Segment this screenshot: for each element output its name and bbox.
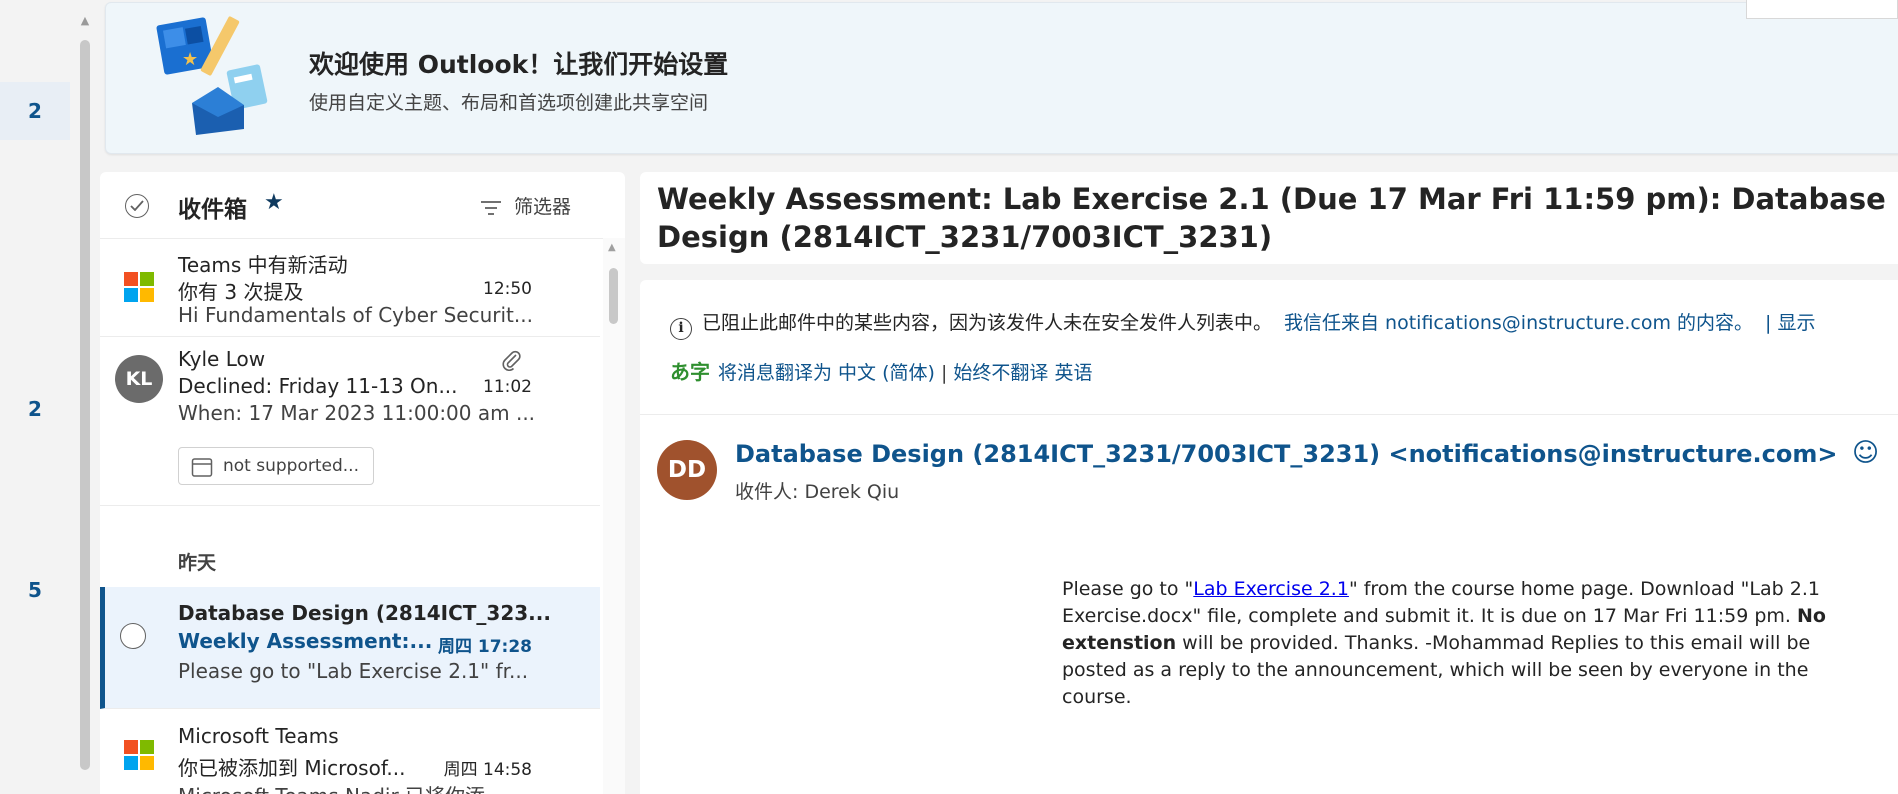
translate-icon: あ字	[670, 360, 710, 384]
blocked-notice-text: 已阻止此邮件中的某些内容，因为该发件人未在安全发件人列表中。	[702, 312, 1273, 334]
message-preview: Please go to "Lab Exercise 2.1" fr...	[178, 659, 529, 683]
folder-count-badge[interactable]: 5	[0, 578, 70, 602]
message-subject: Weekly Assessment: Lab Exercise 2.1 (Due…	[657, 182, 1886, 254]
folder-title: 收件箱	[178, 197, 247, 223]
filter-label: 筛选器	[514, 196, 572, 218]
received-time: 周四 17:28	[437, 637, 532, 657]
body-text: Please go to "	[1062, 578, 1194, 600]
sender-name: Database Design (2814ICT_323...	[178, 601, 551, 625]
list-item[interactable]: Microsoft Teams 你已被添加到 Microsof... 周四 14…	[100, 710, 600, 794]
received-time: 11:02	[483, 377, 532, 397]
list-item[interactable]: KL Kyle Low Declined: Friday 11-13 On...…	[100, 337, 600, 506]
welcome-banner[interactable]: ★ 欢迎使用 Outlook！让我们开始设置 使用自定义主题、布局和首选项创建此…	[105, 2, 1898, 154]
received-time: 周四 14:58	[443, 760, 532, 780]
top-right-panel[interactable]	[1746, 0, 1898, 19]
scroll-up-arrow-icon[interactable]: ▲	[608, 242, 616, 253]
list-item-selected[interactable]: Database Design (2814ICT_323... Weekly A…	[100, 587, 600, 709]
recipient-label: 收件人:	[735, 481, 799, 503]
message-preview: Hi Fundamentals of Cyber Securit...	[178, 303, 533, 327]
never-translate-link[interactable]: 始终不翻译 英语	[953, 362, 1092, 384]
translate-bar: あ字 将消息翻译为 中文 (简体) | 始终不翻译 英语	[670, 356, 1092, 385]
group-header-yesterday: 昨天	[178, 552, 217, 574]
avatar: KL	[115, 355, 163, 403]
message-preview: When: 17 Mar 2023 11:00:00 am ...	[178, 401, 536, 425]
recipient-name[interactable]: Derek Qiu	[804, 481, 899, 503]
banner-subtitle: 使用自定义主题、布局和首选项创建此共享空间	[309, 92, 709, 114]
attachment-chip[interactable]: not supported...	[178, 447, 374, 485]
sender-name: Microsoft Teams	[178, 724, 339, 748]
blocked-content-notice: i 已阻止此邮件中的某些内容，因为该发件人未在安全发件人列表中。 我信任来自 not…	[670, 308, 1815, 340]
sender-name: Teams 中有新活动	[178, 253, 348, 277]
reaction-smiley-icon[interactable]: ☺	[1852, 438, 1879, 468]
received-time: 12:50	[483, 279, 532, 299]
message-list-scrollbar[interactable]: ▲	[603, 238, 625, 794]
calendar-icon	[191, 458, 213, 477]
info-icon: i	[670, 318, 692, 340]
message-body: Please go to "Lab Exercise 2.1" from the…	[1062, 576, 1862, 711]
svg-text:★: ★	[182, 49, 198, 70]
reading-pane: i 已阻止此邮件中的某些内容，因为该发件人未在安全发件人列表中。 我信任来自 not…	[640, 280, 1898, 794]
sender-address[interactable]: Database Design (2814ICT_3231/7003ICT_32…	[735, 440, 1837, 468]
lab-exercise-link[interactable]: Lab Exercise 2.1	[1193, 578, 1349, 600]
subject-header: Weekly Assessment: Lab Exercise 2.1 (Due…	[640, 172, 1898, 264]
message-list: 收件箱 ★ 筛选器 Teams 中有新活动 你有 3 次提及 12:50 Hi …	[100, 172, 625, 794]
subject-line: Weekly Assessment:...	[178, 629, 433, 653]
banner-title: 欢迎使用 Outlook！让我们开始设置	[309, 50, 729, 79]
subject-line: 你已被添加到 Microsof...	[178, 756, 406, 780]
message-list-header: 收件箱 ★ 筛选器	[100, 172, 625, 239]
translate-link[interactable]: 将消息翻译为 中文 (简体)	[718, 362, 935, 384]
filter-button[interactable]: 筛选器	[480, 192, 571, 220]
divider	[640, 414, 1898, 415]
microsoft-logo-icon	[124, 272, 154, 302]
welcome-illustration-icon: ★	[156, 16, 268, 135]
show-blocked-content-link[interactable]: | 显示	[1765, 312, 1815, 334]
scroll-up-arrow-icon[interactable]: ▲	[78, 14, 92, 28]
checkmark-icon	[130, 200, 144, 211]
list-item[interactable]: Teams 中有新活动 你有 3 次提及 12:50 Hi Fundamenta…	[100, 239, 600, 337]
attachment-label: not supported...	[223, 456, 359, 476]
subject-line: 你有 3 次提及	[178, 280, 304, 304]
folder-pane-scrollbar[interactable]	[80, 40, 90, 770]
message-preview: Microsoft Teams Nadir 已将你添...	[178, 780, 504, 794]
select-radio[interactable]	[120, 623, 146, 649]
separator: |	[940, 362, 948, 384]
paperclip-icon	[502, 350, 521, 371]
sender-name: Kyle Low	[178, 347, 266, 371]
left-rail: 2 2 5	[0, 0, 78, 794]
subject-line: Declined: Friday 11-13 On...	[178, 374, 458, 398]
sender-avatar[interactable]: DD	[657, 440, 717, 500]
select-all-checkbox[interactable]	[125, 194, 149, 218]
scrollbar-thumb[interactable]	[609, 268, 618, 324]
trust-sender-link[interactable]: 我信任来自 notifications@instructure.com 的内容。	[1284, 312, 1753, 334]
folder-count-badge[interactable]: 2	[0, 82, 70, 140]
recipient-line: 收件人: Derek Qiu	[735, 477, 899, 504]
folder-count-badge[interactable]: 2	[0, 397, 70, 421]
favorite-star-icon[interactable]: ★	[264, 190, 284, 215]
microsoft-logo-icon	[124, 740, 154, 770]
filter-icon	[481, 201, 501, 215]
